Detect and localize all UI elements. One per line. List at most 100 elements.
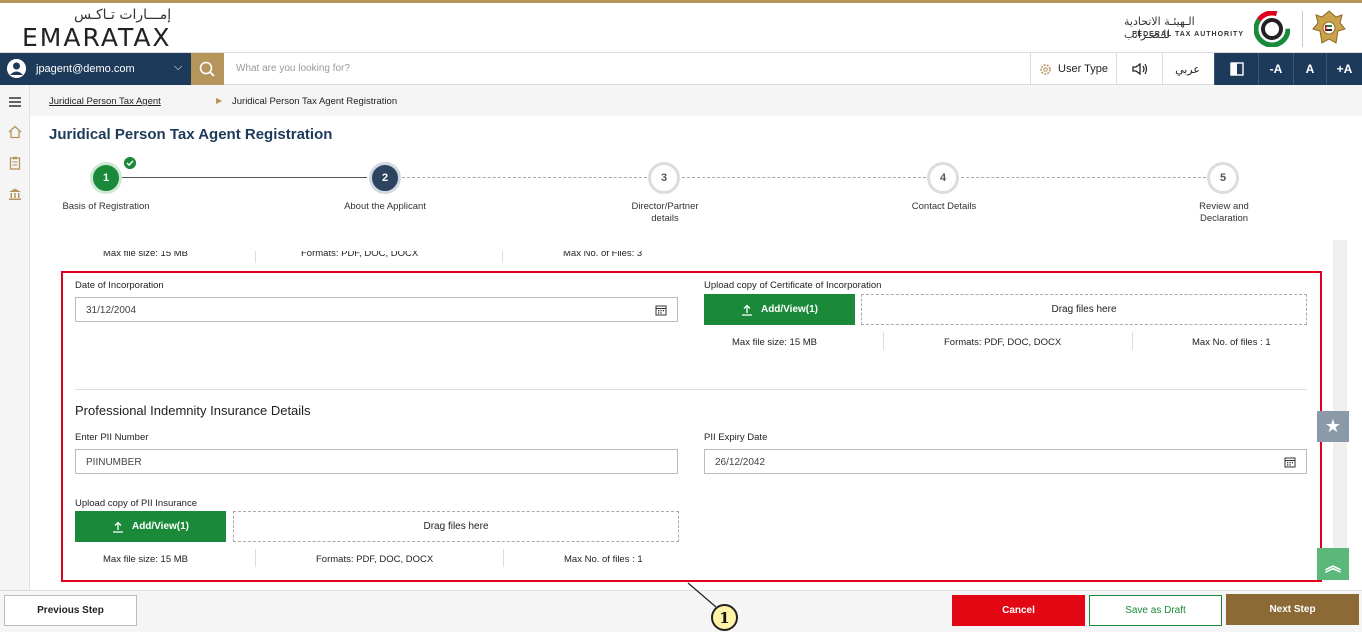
left-sidebar xyxy=(0,85,30,590)
institution-icon[interactable] xyxy=(8,187,22,201)
date-of-incorporation-value: 31/12/2004 xyxy=(86,305,137,316)
max-size-text: Max file size: 15 MB xyxy=(103,251,188,259)
fta-name-english: FEDERAL TAX AUTHORITY xyxy=(1132,31,1244,38)
emaratax-logo[interactable]: EMARATAX xyxy=(22,23,172,52)
fta-logo: الـهيئـة الاتحادية للـضـرائب FEDERAL TAX… xyxy=(1124,11,1294,49)
uae-emblem-icon xyxy=(1312,10,1346,44)
certificate-upload-label: Upload copy of Certificate of Incorporat… xyxy=(704,280,882,291)
meta-divider xyxy=(502,251,503,263)
contrast-icon xyxy=(1229,62,1244,76)
footer-actions: Previous Step Cancel Save as Draft Next … xyxy=(0,590,1362,632)
user-type-label: User Type xyxy=(1058,63,1108,75)
pii-expiry-value: 26/12/2042 xyxy=(715,457,766,468)
font-increase-button[interactable]: +A xyxy=(1326,53,1362,85)
pii-expiry-label: PII Expiry Date xyxy=(704,432,768,443)
meta-divider xyxy=(1132,332,1133,350)
step-1-label: Basis of Registration xyxy=(62,201,150,212)
section-divider xyxy=(75,389,1307,390)
user-email: jpagent@demo.com xyxy=(36,63,135,75)
emaratax-logo-arabic: إمـــارات تـاكـس xyxy=(74,7,172,23)
certificate-max-files: Max No. of files : 1 xyxy=(1192,337,1271,348)
home-icon[interactable] xyxy=(8,125,22,139)
pii-formats: Formats: PDF, DOC, DOCX xyxy=(316,554,434,565)
certificate-add-view-button[interactable]: Add/View(1) xyxy=(704,294,855,325)
step-4-label: Contact Details xyxy=(911,201,977,212)
search-input[interactable]: What are you looking for? xyxy=(236,63,350,74)
registration-stepper: 1 2 3 4 5 Basis of Registration About th… xyxy=(30,150,1362,230)
pii-max-size: Max file size: 15 MB xyxy=(103,554,188,565)
pii-max-files: Max No. of files : 1 xyxy=(564,554,643,565)
previous-upload-meta: Max file size: 15 MB Formats: PDF, DOC, … xyxy=(75,251,675,263)
step-3-label: Director/Partner details xyxy=(631,201,699,224)
speaker-icon xyxy=(1131,62,1147,76)
step-1-circle[interactable]: 1 xyxy=(90,162,122,194)
annotation-callout: 1 xyxy=(711,604,738,631)
pii-dropzone[interactable]: Drag files here xyxy=(233,511,679,542)
date-of-incorporation-label: Date of Incorporation xyxy=(75,280,164,291)
pii-expiry-date-field[interactable]: 26/12/2042 xyxy=(704,449,1307,474)
breadcrumb-arrow-icon: ▶ xyxy=(216,96,223,105)
step-4-circle[interactable]: 4 xyxy=(927,162,959,194)
gear-icon xyxy=(1040,63,1051,75)
chevron-down-icon[interactable]: ⌵ xyxy=(174,61,182,74)
save-as-draft-button[interactable]: Save as Draft xyxy=(1089,595,1222,626)
breadcrumb: Juridical Person Tax Agent ▶ Juridical P… xyxy=(30,85,1362,116)
arabic-language-button[interactable]: عربي xyxy=(1162,53,1212,85)
scroll-to-top-button[interactable]: ︽ xyxy=(1317,548,1349,580)
previous-step-button[interactable]: Previous Step xyxy=(4,595,137,626)
certificate-formats: Formats: PDF, DOC, DOCX xyxy=(944,337,1062,348)
user-avatar-icon xyxy=(7,59,26,78)
page-title: Juridical Person Tax Agent Registration xyxy=(49,126,333,143)
step-2-label: About the Applicant xyxy=(344,201,426,212)
pii-upload-label: Upload copy of PII Insurance xyxy=(75,498,197,509)
search-icon xyxy=(199,61,215,77)
font-decrease-button[interactable]: -A xyxy=(1258,53,1293,85)
step-connector xyxy=(961,177,1206,178)
clipboard-icon[interactable] xyxy=(8,156,22,170)
step-connector xyxy=(402,177,647,178)
audio-button[interactable] xyxy=(1116,53,1162,85)
add-view-label: Add/View(1) xyxy=(131,521,190,532)
formats-text: Formats: PDF, DOC, DOCX xyxy=(301,251,419,259)
calendar-icon[interactable] xyxy=(1284,456,1296,468)
step-5-circle[interactable]: 5 xyxy=(1207,162,1239,194)
pii-number-input[interactable]: PIINUMBER xyxy=(75,449,678,474)
cancel-button[interactable]: Cancel xyxy=(952,595,1085,626)
calendar-icon[interactable] xyxy=(655,304,667,316)
hamburger-menu-icon[interactable] xyxy=(8,95,22,109)
upload-icon xyxy=(741,304,752,316)
top-header: إمـــارات تـاكـس EMARATAX الـهيئـة الاتح… xyxy=(0,0,1362,52)
favorite-button[interactable]: ★ xyxy=(1317,411,1349,442)
scrollbar[interactable] xyxy=(1333,240,1347,580)
pii-number-label: Enter PII Number xyxy=(75,432,149,443)
user-menu[interactable]: jpagent@demo.com ⌵ xyxy=(0,53,191,85)
meta-divider xyxy=(883,332,884,350)
check-icon xyxy=(123,156,137,170)
fta-mark-icon xyxy=(1254,11,1290,47)
date-of-incorporation-field[interactable]: 31/12/2004 xyxy=(75,297,678,322)
certificate-dropzone[interactable]: Drag files here xyxy=(861,294,1307,325)
meta-divider xyxy=(255,251,256,263)
step-connector xyxy=(122,177,367,178)
step-connector xyxy=(682,177,926,178)
meta-divider xyxy=(503,549,504,567)
header-divider xyxy=(1302,11,1303,47)
star-icon: ★ xyxy=(1324,416,1342,436)
breadcrumb-current: Juridical Person Tax Agent Registration xyxy=(232,96,398,107)
step-2-circle[interactable]: 2 xyxy=(369,162,401,194)
user-type-button[interactable]: User Type xyxy=(1030,53,1116,85)
meta-divider xyxy=(255,549,256,567)
max-files-text: Max No. of Files: 3 xyxy=(563,251,643,259)
contrast-toggle-button[interactable] xyxy=(1214,53,1258,85)
search-button[interactable] xyxy=(191,53,224,85)
certificate-max-size: Max file size: 15 MB xyxy=(732,337,817,348)
add-view-label: Add/View(1) xyxy=(760,304,819,315)
font-reset-button[interactable]: A xyxy=(1293,53,1326,85)
double-chevron-up-icon: ︽ xyxy=(1324,558,1341,575)
next-step-button[interactable]: Next Step xyxy=(1226,594,1359,625)
navbar: jpagent@demo.com ⌵ What are you looking … xyxy=(0,52,1362,85)
breadcrumb-parent-link[interactable]: Juridical Person Tax Agent xyxy=(49,96,161,107)
pii-add-view-button[interactable]: Add/View(1) xyxy=(75,511,226,542)
step-3-circle[interactable]: 3 xyxy=(648,162,680,194)
step-5-label: Review and Declaration xyxy=(1199,201,1249,224)
